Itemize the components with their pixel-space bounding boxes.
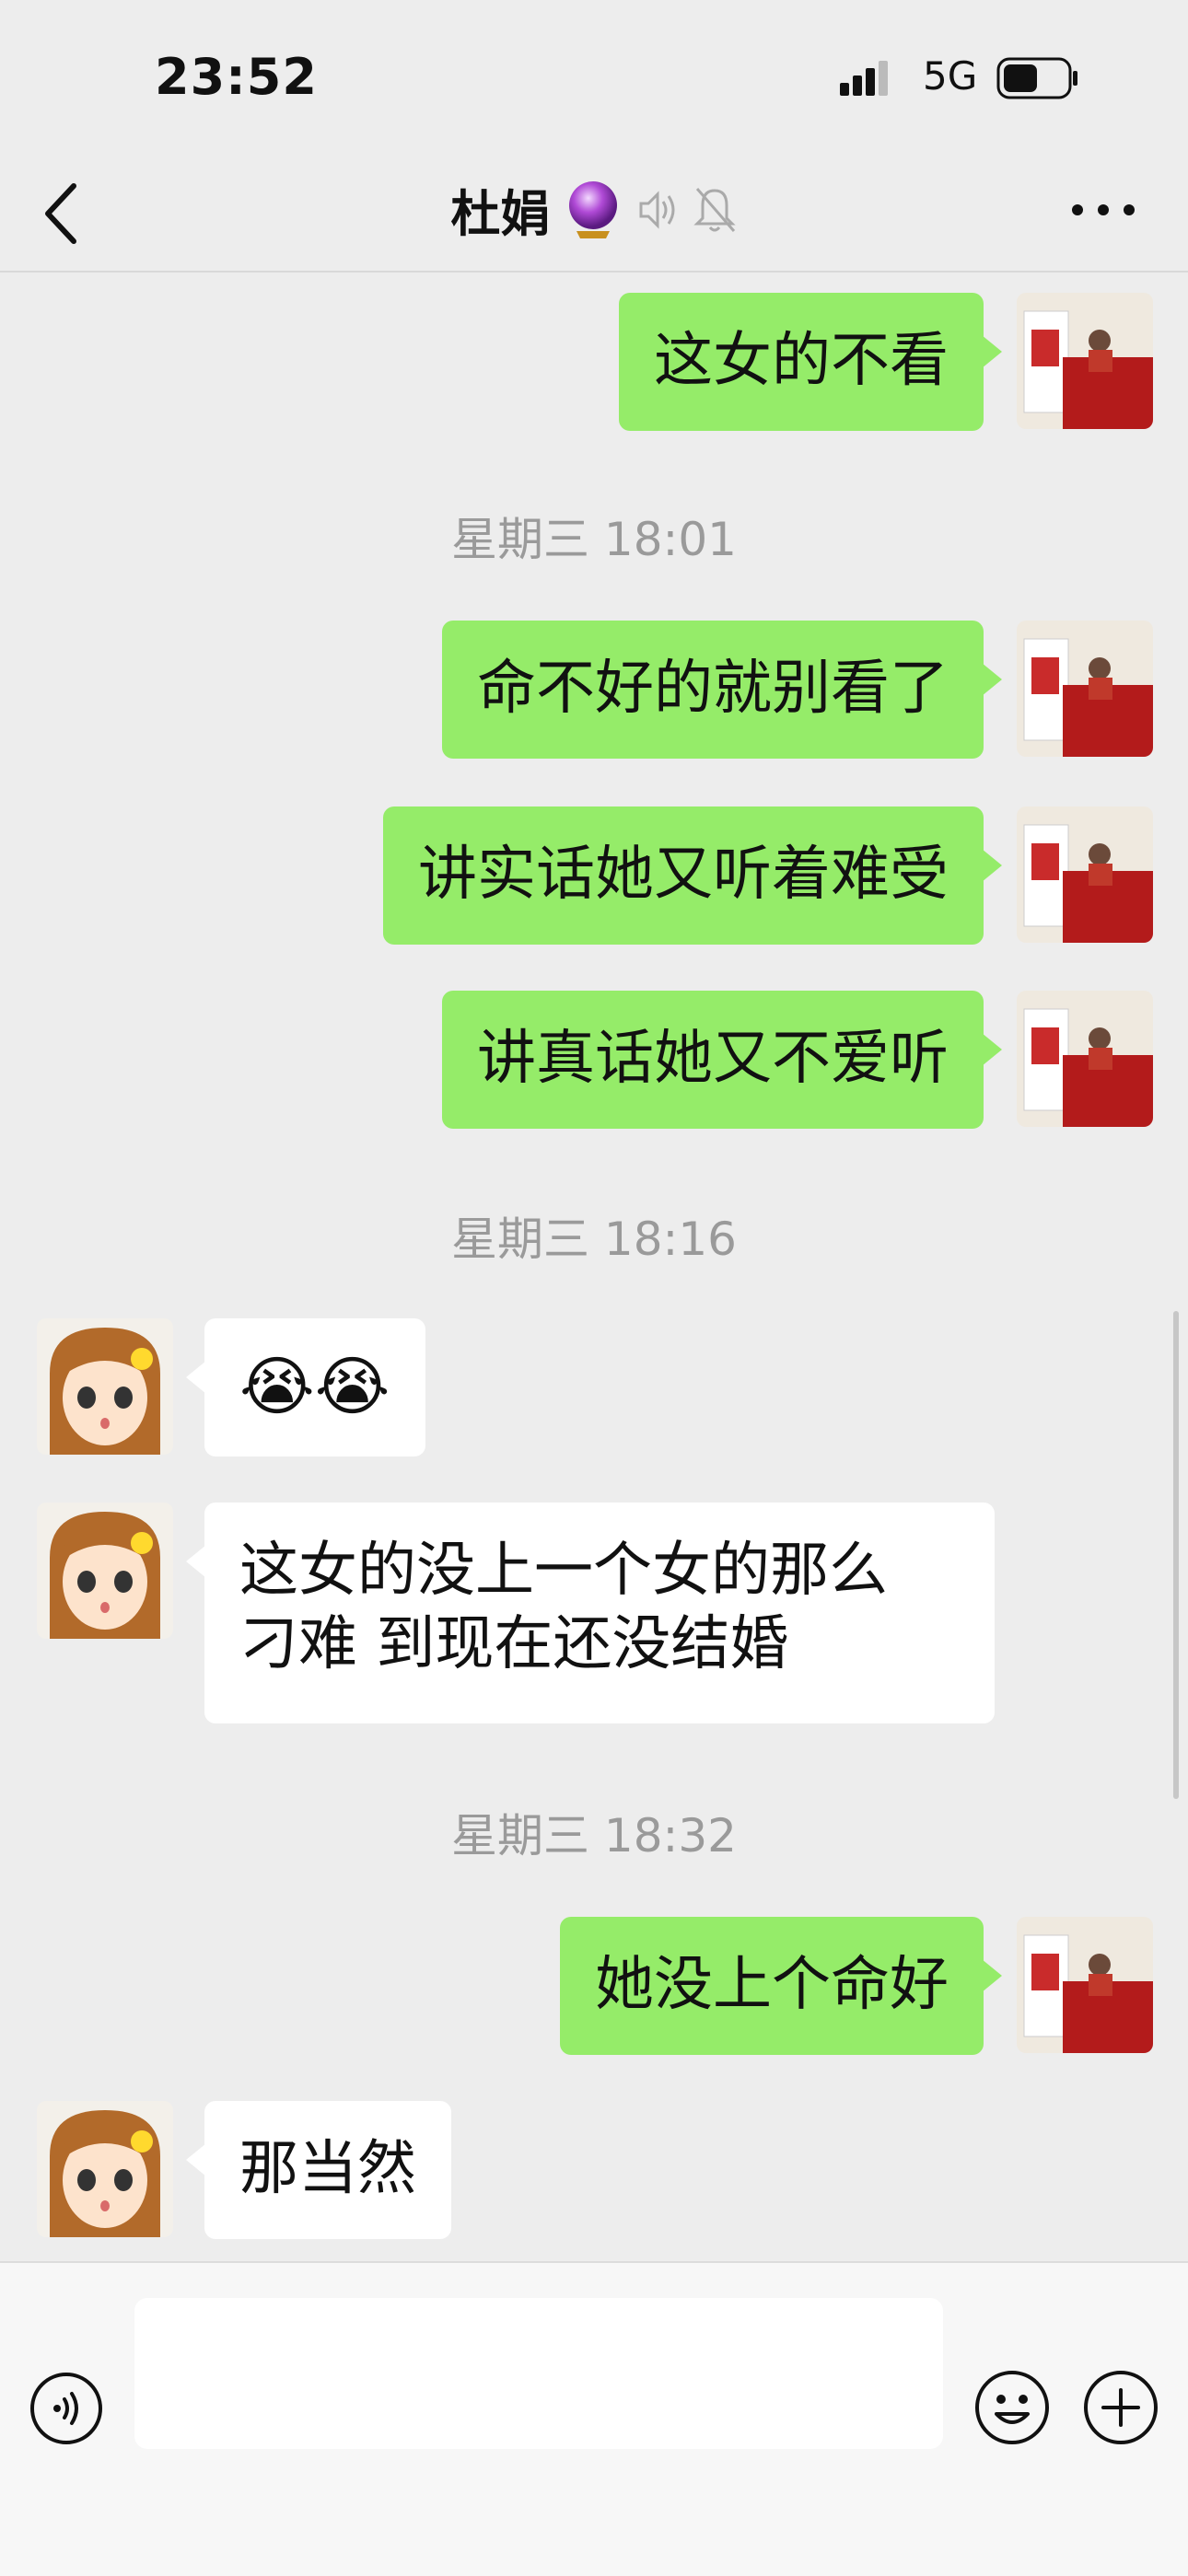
- chat-title[interactable]: 杜娟: [450, 185, 550, 243]
- avatar-photo-icon: [1017, 806, 1153, 943]
- scrollbar[interactable]: [1173, 1311, 1179, 1799]
- timestamp: 星期三 18:32: [451, 1809, 737, 1862]
- contact-message[interactable]: 那当然: [186, 2101, 451, 2239]
- timestamp: 星期三 18:01: [451, 513, 737, 566]
- my-message[interactable]: 她没上个命好: [560, 1917, 1002, 2055]
- message-list[interactable]: 这女的不看 星期三 18:01 命不好的就别看了 讲实话她又听着难受 讲真话她又…: [0, 273, 1188, 2261]
- more-options-icon[interactable]: [1066, 191, 1140, 228]
- emoji-icon[interactable]: [974, 2370, 1050, 2445]
- battery-icon: [996, 57, 1077, 99]
- plus-icon[interactable]: [1083, 2370, 1159, 2445]
- my-message[interactable]: 这女的不看: [619, 293, 1002, 431]
- avatar-photo-icon: [1017, 1917, 1153, 2053]
- contact-avatar[interactable]: [37, 2101, 173, 2237]
- muted-bell-icon: [693, 187, 736, 232]
- my-message[interactable]: 命不好的就别看了: [442, 621, 1002, 759]
- status-bar: 23:52 5G: [0, 0, 1188, 157]
- avatar-photo-icon: [1017, 991, 1153, 1127]
- cartoon-girl-avatar-icon: [37, 1503, 173, 1639]
- message-line: 这女的没上一个女的那么: [239, 1537, 888, 1605]
- my-avatar[interactable]: [1017, 293, 1153, 429]
- contact-message[interactable]: 😭😭: [186, 1318, 425, 1456]
- contact-avatar[interactable]: [37, 1318, 173, 1455]
- signal-icon: [840, 61, 888, 96]
- message-line: 刁难 到现在还没结婚: [239, 1610, 789, 1678]
- crystal-ball-icon: [569, 180, 618, 238]
- voice-input-icon[interactable]: [29, 2372, 103, 2445]
- chat-header: 杜娟: [0, 157, 1188, 273]
- cartoon-girl-avatar-icon: [37, 1318, 173, 1455]
- my-message[interactable]: 讲真话她又不爱听: [442, 991, 1002, 1129]
- my-avatar[interactable]: [1017, 1917, 1153, 2053]
- input-bar: [0, 2261, 1188, 2576]
- status-time: 23:52: [155, 48, 318, 106]
- contact-avatar[interactable]: [37, 1503, 173, 1639]
- avatar-photo-icon: [1017, 621, 1153, 757]
- network-type: 5G: [923, 53, 978, 99]
- avatar-photo-icon: [1017, 293, 1153, 429]
- my-avatar[interactable]: [1017, 991, 1153, 1127]
- my-avatar[interactable]: [1017, 806, 1153, 943]
- contact-message[interactable]: 这女的没上一个女的那么 刁难 到现在还没结婚: [186, 1503, 995, 1723]
- my-message[interactable]: 讲实话她又听着难受: [383, 806, 1002, 945]
- cartoon-girl-avatar-icon: [37, 2101, 173, 2237]
- my-avatar[interactable]: [1017, 621, 1153, 757]
- message-input[interactable]: [134, 2298, 943, 2449]
- timestamp: 星期三 18:16: [451, 1213, 737, 1266]
- voice-icon: [639, 190, 675, 229]
